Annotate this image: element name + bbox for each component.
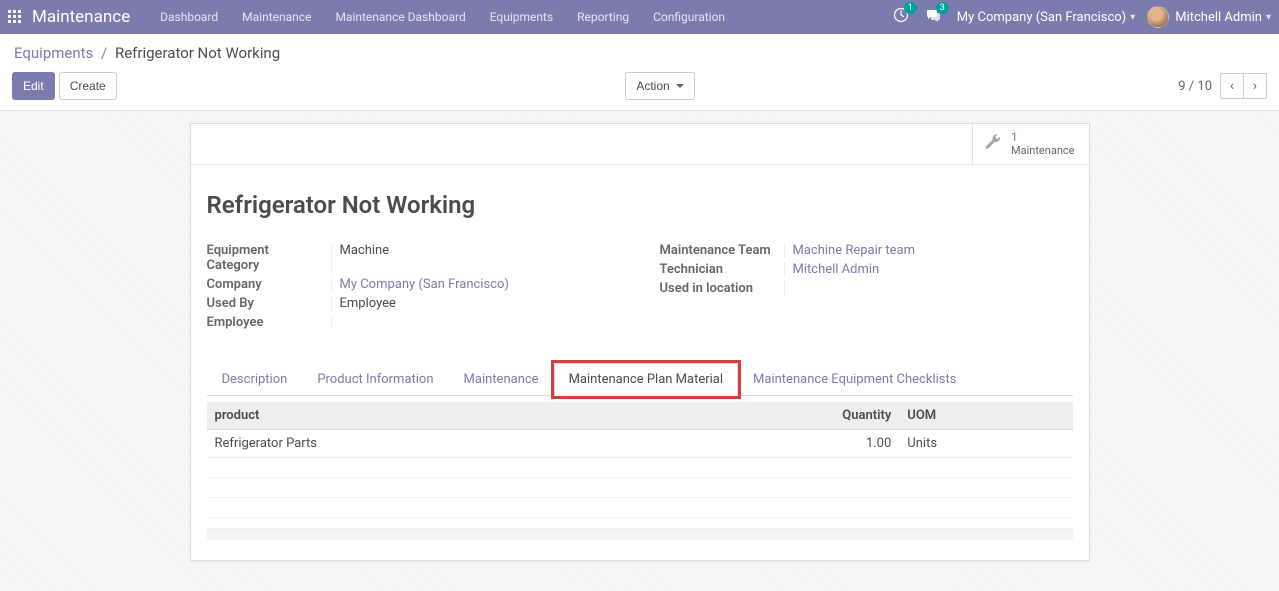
value-maintenance-team[interactable]: Machine Repair team [785, 243, 1073, 258]
nav-reporting[interactable]: Reporting [565, 0, 641, 34]
stat-label: Maintenance [1011, 144, 1075, 157]
label-company: Company [207, 277, 332, 292]
discuss-systray[interactable]: 3 [925, 7, 941, 27]
th-product[interactable]: product [207, 402, 727, 430]
app-brand[interactable]: Maintenance [28, 7, 148, 27]
user-menu[interactable]: Mitchell Admin▾ [1147, 6, 1271, 28]
caret-down-icon: ▾ [1130, 12, 1135, 23]
nav-configuration[interactable]: Configuration [641, 0, 737, 34]
cell-uom: Units [899, 429, 1072, 457]
topnav-menu: Dashboard Maintenance Maintenance Dashbo… [148, 0, 737, 34]
breadcrumb-root[interactable]: Equipments [14, 44, 93, 62]
tab-checklists[interactable]: Maintenance Equipment Checklists [738, 363, 971, 396]
cell-product: Refrigerator Parts [207, 429, 727, 457]
cell-quantity: 1.00 [726, 429, 899, 457]
value-company[interactable]: My Company (San Francisco) [332, 277, 620, 292]
tab-description[interactable]: Description [207, 363, 303, 396]
create-button[interactable]: Create [59, 72, 117, 100]
pager-position[interactable]: 9 / 10 [1178, 79, 1212, 94]
tab-product-information[interactable]: Product Information [302, 363, 448, 396]
material-table: product Quantity UOM Refrigerator Parts … [207, 402, 1073, 518]
nav-equipments[interactable]: Equipments [478, 0, 565, 34]
value-equipment-category: Machine [332, 243, 620, 258]
stat-maintenance[interactable]: 1 Maintenance [972, 124, 1089, 164]
page-title: Refrigerator Not Working [207, 191, 1073, 219]
company-switcher[interactable]: My Company (San Francisco)▾ [957, 10, 1135, 25]
label-technician: Technician [660, 262, 785, 277]
stat-count: 1 [1011, 130, 1075, 144]
activity-systray[interactable]: 1 [893, 7, 909, 27]
th-quantity[interactable]: Quantity [726, 402, 899, 430]
wrench-icon [983, 132, 1003, 156]
nav-dashboard[interactable]: Dashboard [148, 0, 230, 34]
pager-next[interactable]: › [1243, 73, 1267, 99]
value-technician[interactable]: Mitchell Admin [785, 262, 1073, 277]
tab-maintenance[interactable]: Maintenance [449, 363, 554, 396]
avatar [1147, 6, 1169, 28]
nav-maintenance-dashboard[interactable]: Maintenance Dashboard [323, 0, 477, 34]
table-row[interactable]: Refrigerator Parts 1.00 Units [207, 429, 1073, 457]
breadcrumb-current: Refrigerator Not Working [115, 44, 280, 62]
tabs: Description Product Information Maintena… [207, 362, 1073, 396]
th-uom[interactable]: UOM [899, 402, 1072, 430]
caret-down-icon: ▾ [1266, 12, 1271, 23]
label-maintenance-team: Maintenance Team [660, 243, 785, 258]
discuss-badge: 3 [936, 2, 949, 14]
label-used-by: Used By [207, 296, 332, 311]
tab-maintenance-plan-material[interactable]: Maintenance Plan Material [554, 363, 738, 396]
label-equipment-category: Equipment Category [207, 243, 332, 273]
pager-prev[interactable]: ‹ [1220, 73, 1244, 99]
action-dropdown[interactable]: Action [625, 72, 694, 100]
nav-maintenance[interactable]: Maintenance [230, 0, 323, 34]
label-used-in-location: Used in location [660, 281, 785, 296]
label-employee: Employee [207, 315, 332, 330]
apps-icon[interactable] [8, 10, 22, 24]
activity-badge: 1 [904, 2, 917, 14]
value-used-by: Employee [332, 296, 620, 311]
breadcrumb: Equipments / Refrigerator Not Working [0, 34, 1279, 66]
edit-button[interactable]: Edit [12, 72, 55, 100]
